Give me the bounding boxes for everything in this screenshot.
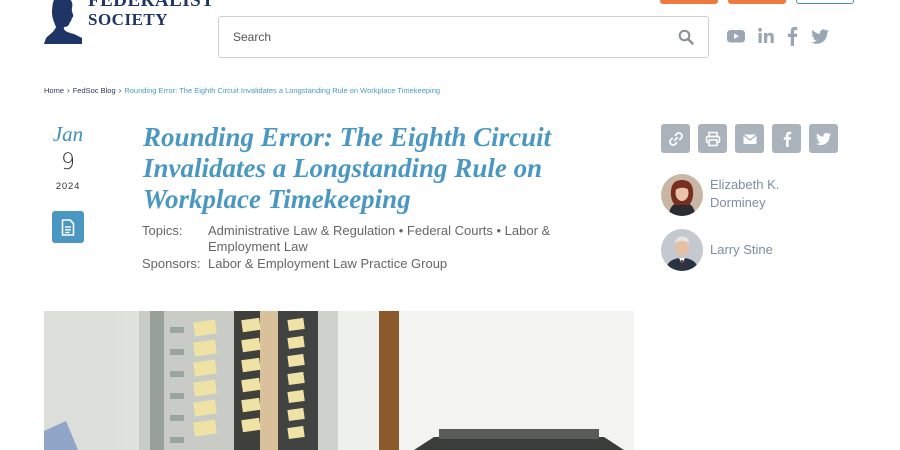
sponsors-list[interactable]: Labor & Employment Law Practice Group xyxy=(208,256,588,272)
document-button[interactable] xyxy=(52,211,84,243)
date-month: Jan xyxy=(52,122,84,146)
date-day: 9 xyxy=(61,150,75,175)
topics-list[interactable]: Administrative Law & Regulation • Federa… xyxy=(208,223,588,255)
date-year: 2024 xyxy=(55,181,81,192)
link-icon xyxy=(668,131,683,146)
breadcrumb-chevron-icon: › xyxy=(67,85,70,95)
youtube-icon[interactable] xyxy=(726,25,746,47)
breadcrumb: Home › FedSoc Blog › Rounding Error: The Eig… xyxy=(44,85,440,95)
author-card[interactable]: Larry Stine xyxy=(661,229,861,273)
logo-text-line2: SOCIETY xyxy=(88,10,169,29)
document-icon xyxy=(61,218,75,236)
twitter-icon xyxy=(816,132,832,146)
author-card[interactable]: Elizabeth K. Dorminey xyxy=(661,174,861,218)
breadcrumb-blog[interactable]: FedSoc Blog xyxy=(73,86,116,95)
avatar xyxy=(661,229,703,271)
share-twitter-button[interactable] xyxy=(809,124,838,153)
header-button-2[interactable] xyxy=(728,0,786,4)
site-logo[interactable]: FEDERALIST SOCIETY xyxy=(44,0,214,46)
print-icon xyxy=(705,131,720,146)
search-bar xyxy=(218,16,709,58)
search-input[interactable] xyxy=(219,17,659,57)
avatar xyxy=(661,174,703,216)
breadcrumb-home[interactable]: Home xyxy=(44,86,64,95)
share-facebook-button[interactable] xyxy=(772,124,801,153)
header-button-1[interactable] xyxy=(660,0,718,4)
twitter-icon[interactable] xyxy=(810,25,830,47)
header-button-3[interactable] xyxy=(796,0,854,4)
breadcrumb-current: Rounding Error: The Eighth Circuit Inval… xyxy=(124,85,441,95)
author-name[interactable]: Larry Stine xyxy=(710,241,810,259)
topics-label: Topics: xyxy=(142,223,183,238)
featured-image xyxy=(44,311,634,450)
email-icon xyxy=(742,133,757,144)
article-title: Rounding Error: The Eighth Circuit Inval… xyxy=(143,122,552,214)
breadcrumb-chevron-icon: › xyxy=(118,85,122,95)
search-icon[interactable] xyxy=(678,29,694,45)
author-name[interactable]: Elizabeth K. Dorminey xyxy=(710,176,810,212)
linkedin-icon[interactable] xyxy=(757,25,775,47)
facebook-icon[interactable] xyxy=(786,25,798,47)
share-email-button[interactable] xyxy=(735,124,764,153)
sponsors-label: Sponsors: xyxy=(142,256,201,271)
share-link-button[interactable] xyxy=(661,124,690,153)
logo-silhouette-icon xyxy=(44,0,82,44)
share-print-button[interactable] xyxy=(698,124,727,153)
facebook-icon xyxy=(783,131,791,147)
